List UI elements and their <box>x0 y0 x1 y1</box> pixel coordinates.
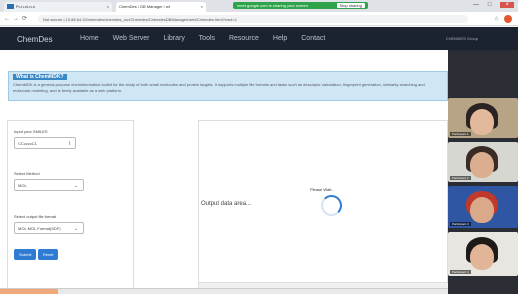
chevron-down-icon: ⌄ <box>73 183 78 189</box>
video-call-sidebar: Chemdes+1 Participant 1 Participant 2 Pa… <box>448 50 518 294</box>
share-notice-text: meet.google.com is sharing your screen <box>237 3 308 8</box>
forward-icon[interactable]: → <box>13 16 22 22</box>
brand-logo[interactable]: ChemDes <box>17 35 53 44</box>
submit-button[interactable]: Submit <box>14 249 37 260</box>
reset-button[interactable]: Reset <box>38 249 59 260</box>
participant-face <box>470 197 494 223</box>
loading-spinner-icon <box>321 195 342 216</box>
taskbar-item[interactable] <box>0 289 58 294</box>
format-select[interactable]: MOL MOL Format(SDF) ⌄ <box>14 222 84 234</box>
nav-item-resource[interactable]: Resource <box>229 35 259 42</box>
chevron-down-icon: ⌄ <box>73 226 78 232</box>
back-icon[interactable]: ← <box>4 16 13 22</box>
close-tab-icon[interactable]: × <box>201 4 203 9</box>
nav-item-tools[interactable]: Tools <box>199 35 215 42</box>
input-form-panel: Input your SMILES CCccccC1 I Select Meth… <box>7 120 134 290</box>
profile-avatar[interactable] <box>504 15 512 23</box>
loading-text: Please Wait... <box>310 187 335 192</box>
nav-right-text[interactable]: CHEMDES Group <box>446 36 478 41</box>
participant-tile[interactable]: Participant 1 <box>448 98 518 138</box>
star-icon[interactable]: ☆ <box>494 17 499 23</box>
output-title: Output data area... <box>201 201 252 207</box>
format-value: MOL MOL Format(SDF) <box>18 226 61 231</box>
nav-menu: Home Web Server Library Tools Resource H… <box>80 35 337 42</box>
text-cursor-icon: I <box>68 141 70 147</box>
url-field[interactable]: Not secure | 10.88.64.33/chemdes/chemdes… <box>38 15 468 23</box>
window-controls: — □ × <box>464 2 514 8</box>
participant-tile[interactable]: Participant 4 <box>448 232 518 276</box>
address-bar: ←→⟳ Not secure | 10.88.64.33/chemdes/che… <box>0 12 518 26</box>
participant-face <box>470 244 494 270</box>
participant-tile[interactable]: Participant 3 <box>448 186 518 228</box>
method-value: MOL <box>18 183 27 188</box>
participant-face <box>470 109 494 135</box>
smiles-value: CCccccC1 <box>18 141 37 146</box>
reload-icon[interactable]: ⟳ <box>22 16 30 22</box>
info-title: What is ChemMDK? <box>13 74 67 80</box>
nav-item-home[interactable]: Home <box>80 35 99 42</box>
tab-title: ChemDes / DB Manager / wt <box>119 4 170 9</box>
browser-extensions: ☆ <box>494 15 512 23</box>
minimize-icon[interactable]: — <box>473 2 479 8</box>
bottom-bar <box>0 288 448 294</box>
main-content: What is ChemMDK? ChemMDK is a general-pu… <box>0 50 449 294</box>
browser-tab-active[interactable]: ChemDes / DB Manager / wt × <box>116 2 206 12</box>
browser-tab-bar: Pr-n-ni-n-n × ChemDes / DB Manager / wt × … <box>0 0 518 12</box>
smiles-label: Input your SMILES <box>14 129 48 134</box>
participant-name: Participant 4 <box>450 270 471 274</box>
participant-name: Participant 3 <box>450 222 471 226</box>
nav-item-web-server[interactable]: Web Server <box>113 35 150 42</box>
stop-sharing-button[interactable]: Stop sharing <box>336 3 365 8</box>
method-label: Select Method <box>14 171 40 176</box>
tab-favicon-icon <box>7 4 14 10</box>
maximize-icon[interactable]: □ <box>488 2 492 8</box>
participant-name: Participant 1 <box>450 132 471 136</box>
screen-share-notice: meet.google.com is sharing your screen S… <box>233 2 368 9</box>
smiles-input[interactable]: CCccccC1 I <box>14 137 76 149</box>
participant-face <box>470 152 494 178</box>
participant-tile[interactable]: Participant 2 <box>448 142 518 182</box>
close-window-icon[interactable]: × <box>500 2 514 8</box>
site-navbar: ChemDes Home Web Server Library Tools Re… <box>0 27 518 50</box>
nav-item-library[interactable]: Library <box>163 35 184 42</box>
close-tab-icon[interactable]: × <box>107 4 109 9</box>
participant-name: Participant 2 <box>450 176 471 180</box>
tab-title: Pr-n-ni-n-n <box>16 4 36 9</box>
browser-tab[interactable]: Pr-n-ni-n-n × <box>4 2 112 12</box>
format-label: Select output file format <box>14 214 57 219</box>
output-panel: Output data area... Please Wait... <box>198 120 449 290</box>
info-panel: What is ChemMDK? ChemMDK is a general-pu… <box>8 71 448 101</box>
nav-item-help[interactable]: Help <box>273 35 287 42</box>
nav-item-contact[interactable]: Contact <box>301 35 325 42</box>
info-text: ChemMDK is a general-purpose cheminforma… <box>13 82 425 93</box>
nav-buttons: ←→⟳ <box>4 15 30 22</box>
method-select[interactable]: MOL ⌄ <box>14 179 84 191</box>
